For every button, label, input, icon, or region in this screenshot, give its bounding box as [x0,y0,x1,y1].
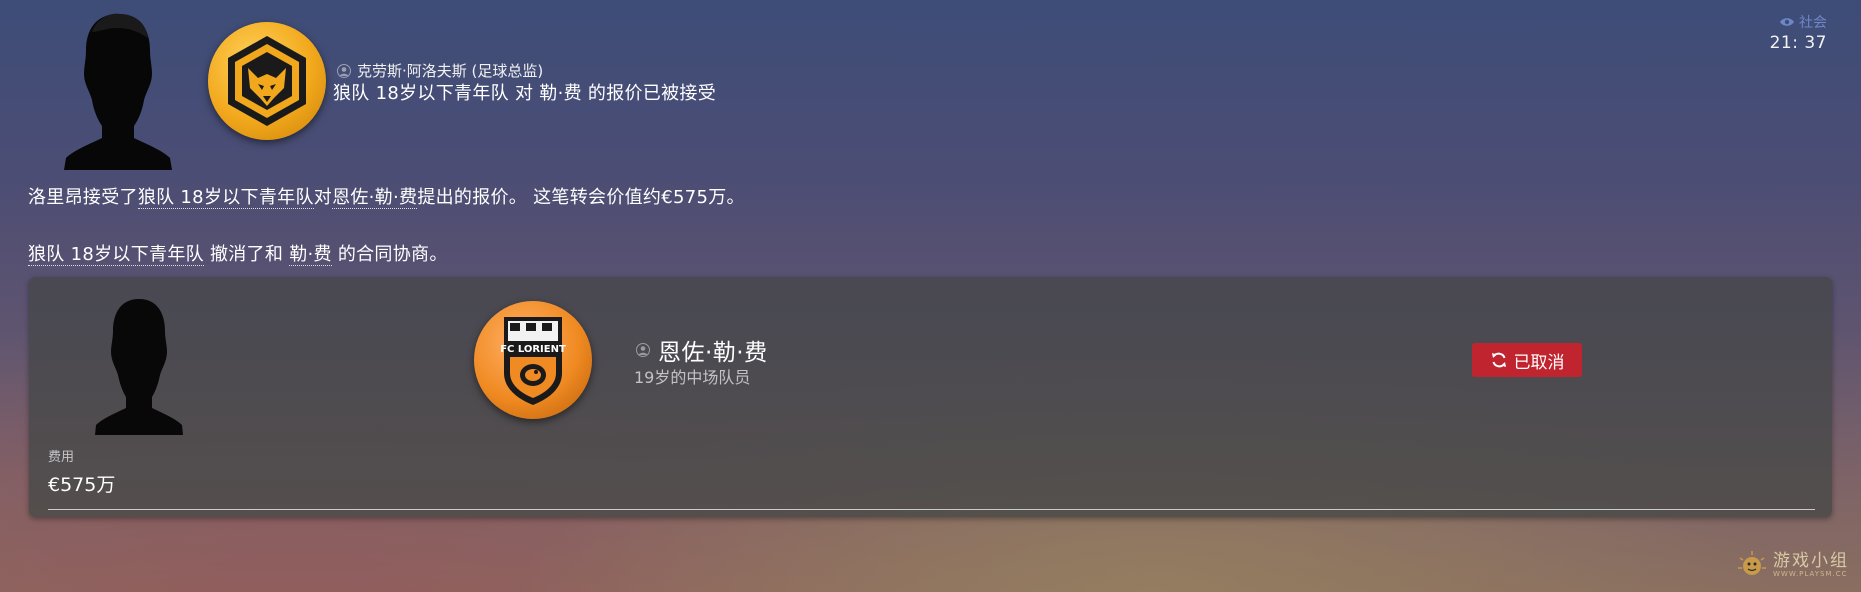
player-link[interactable]: 勒·费 [289,244,332,266]
transfer-card [29,277,1832,517]
paragraph-offer-accepted: 洛里昂接受了狼队 18岁以下青年队对恩佐·勒·费提出的报价。 这笔转会价值约€5… [28,183,745,209]
wolf-crest-icon [228,36,306,126]
paragraph1-mid: 对 [313,187,333,208]
top-right-link[interactable]: 社会 [1779,12,1827,32]
eye-icon [1780,18,1794,26]
player-name[interactable]: 恩佐·勒·费 [658,333,768,367]
paragraph2-mid: 撤消了和 [203,244,290,265]
watermark-text: 游戏小组 [1773,550,1849,571]
paragraph1-suffix: 提出的报价。 这笔转会价值约€575万。 [417,187,745,208]
card-divider [48,509,1815,510]
paragraph-negotiation-cancelled: 狼队 18岁以下青年队 撤消了和 勒·费 的合同协商。 [28,240,448,266]
watermark: 游戏小组 WWW.PLAYSM.CC [1735,548,1849,582]
player-name-row: 恩佐·勒·费 [636,333,768,367]
person-icon [636,343,650,357]
sender-row: 克劳斯·阿洛夫斯 (足球总监) [337,60,543,81]
fee-value: €575万 [48,474,116,496]
status-badge: 已取消 [1472,343,1582,377]
club-link[interactable]: 狼队 18岁以下青年队 [137,187,314,209]
club-link[interactable]: 狼队 18岁以下青年队 [28,244,204,266]
paragraph2-suffix: 的合同协商。 [331,244,448,265]
seller-club-badge[interactable]: FC LORIENT [474,301,592,419]
manager-silhouette [64,13,172,170]
status-label: 已取消 [1513,352,1565,373]
sun-mascot-icon [1738,551,1766,575]
sender-name[interactable]: 克劳斯·阿洛夫斯 (足球总监) [357,60,543,81]
message-time: 21: 37 [1769,33,1827,53]
buyer-club-badge[interactable] [208,22,326,140]
player-link[interactable]: 恩佐·勒·费 [332,187,418,209]
refresh-icon [1491,352,1506,368]
seller-badge-text: FC LORIENT [500,344,566,355]
lorient-crest-icon: FC LORIENT [500,317,566,405]
top-right-link-label: 社会 [1799,15,1827,31]
person-icon [337,63,351,78]
message-headline: 狼队 18岁以下青年队 对 勒·费 的报价已被接受 [333,83,717,104]
paragraph1-prefix: 洛里昂接受了 [28,187,138,208]
fee-label: 费用 [48,450,75,465]
watermark-sub: WWW.PLAYSM.CC [1773,569,1848,578]
player-silhouette [95,299,183,435]
player-description: 19岁的中场队员 [634,368,751,387]
